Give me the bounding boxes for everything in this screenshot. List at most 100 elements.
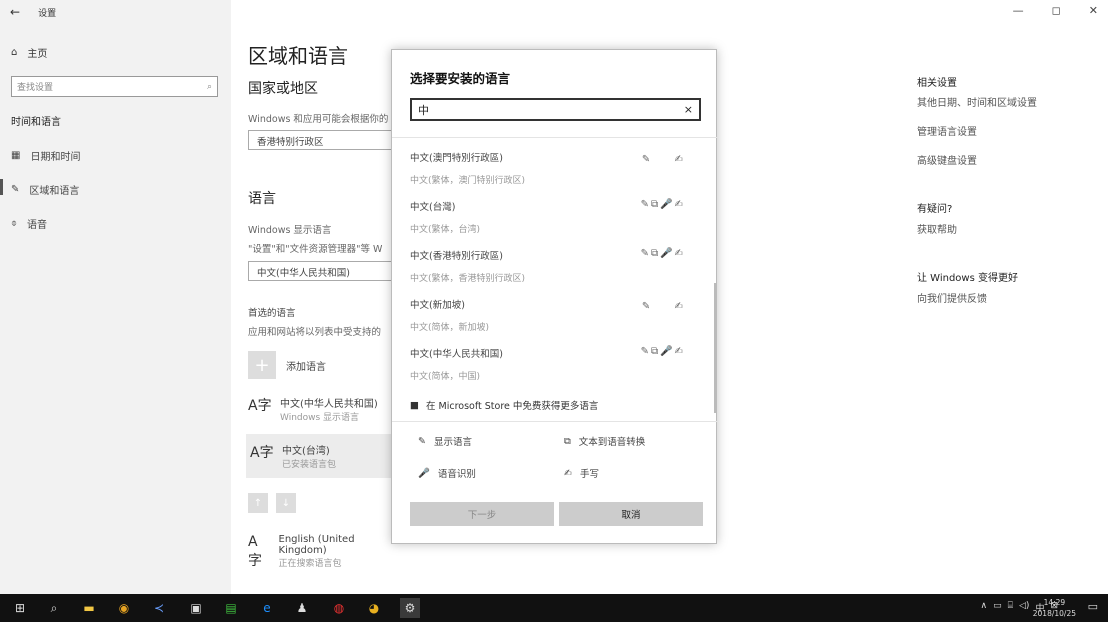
search-icon: ⌕: [206, 81, 212, 92]
store-link[interactable]: ■ 在 Microsoft Store 中免费获得更多语言: [410, 398, 599, 413]
feature-icons: ✎⧉🎤✍: [640, 248, 685, 259]
edge-icon[interactable]: e: [257, 598, 277, 618]
file-explorer-icon[interactable]: ▬: [79, 598, 99, 618]
start-windows-icon[interactable]: ⊞: [10, 598, 30, 618]
home-label: 主页: [27, 49, 48, 60]
clear-icon[interactable]: ×: [684, 103, 693, 116]
tray-chevron-icon[interactable]: ∧: [980, 601, 987, 614]
search-placeholder: 查找设置: [17, 83, 54, 93]
sidebar-item-region-language[interactable]: ✎ 区域和语言: [0, 179, 80, 197]
microphone-icon: 🎤: [418, 467, 430, 479]
language-glyph-icon: A字: [248, 534, 262, 569]
move-up-icon[interactable]: ↑: [248, 493, 268, 513]
store-link-label: 在 Microsoft Store 中免费获得更多语言: [425, 401, 599, 412]
browser-shield-icon[interactable]: ◉: [114, 598, 134, 618]
preferred-language-item-selected[interactable]: A字 中文(台湾) 已安装语言包: [246, 434, 396, 478]
taskbar-clock[interactable]: 14:29 2018/10/25: [1033, 597, 1076, 619]
legend-display-language: ✎ 显示语言: [418, 434, 472, 449]
feature-icons: ✎ ✍: [641, 301, 685, 312]
language-icon: ✎: [11, 184, 20, 195]
help-heading: 有疑问?: [917, 204, 953, 215]
add-language-button[interactable]: + 添加语言: [248, 351, 326, 379]
language-option[interactable]: 中文(澳門特別行政區) 中文(繁体，澳门特别行政区) ✎ ✍: [410, 150, 700, 186]
language-name: 中文(中华人民共和国): [280, 399, 378, 410]
language-status: 已安装语言包: [282, 460, 337, 470]
language-glyph-icon: A字: [250, 445, 274, 461]
legend-handwriting: ✍ 手写: [564, 466, 599, 481]
feedback-link[interactable]: 向我们提供反馈: [917, 290, 987, 305]
language-option[interactable]: 中文(新加坡) 中文(简体，新加坡) ✎ ✍: [410, 297, 700, 333]
terminal-icon[interactable]: ▤: [221, 598, 241, 618]
sidebar-item-speech[interactable]: ⌽ 语音: [11, 216, 47, 231]
calendar-icon: ▦: [11, 150, 21, 161]
search-icon[interactable]: ⌕: [44, 598, 64, 618]
dialog-title: 选择要安装的语言: [410, 71, 511, 86]
language-option[interactable]: 中文(中华人民共和国) 中文(简体，中国) ✎⧉🎤✍: [410, 346, 700, 382]
legend-label: 文本到语音转换: [578, 437, 646, 448]
page-title: 区域和语言: [248, 44, 348, 68]
store-icon[interactable]: ▣: [186, 598, 206, 618]
microphone-icon: ⌽: [11, 218, 17, 229]
related-link-datetime[interactable]: 其他日期、时间和区域设置: [917, 94, 1037, 109]
volume-icon[interactable]: ◁): [1019, 601, 1029, 614]
cancel-button[interactable]: 取消: [559, 502, 703, 526]
pen-icon: ✎: [418, 435, 426, 447]
language-option-sub: 中文(繁体，香港特别行政区): [410, 274, 526, 284]
related-link-keyboard[interactable]: 高级键盘设置: [917, 152, 977, 167]
chrome-icon[interactable]: ◕: [364, 598, 384, 618]
qq-penguin-icon[interactable]: ♟: [292, 598, 312, 618]
settings-search-input[interactable]: 查找设置 ⌕: [11, 76, 218, 97]
feature-icons: ✎⧉🎤✍: [640, 346, 685, 357]
language-search-input[interactable]: 中 ×: [410, 98, 701, 121]
netease-music-icon[interactable]: ◍: [329, 598, 349, 618]
minimize-icon[interactable]: —: [1013, 4, 1024, 17]
related-link-language[interactable]: 管理语言设置: [917, 123, 977, 138]
preferred-language-item[interactable]: A字 中文(中华人民共和国) Windows 显示语言: [248, 395, 398, 423]
language-option[interactable]: 中文(台灣) 中文(繁体，台湾) ✎⧉🎤✍: [410, 199, 700, 235]
legend-label: 手写: [579, 469, 599, 480]
store-bag-icon: ■: [410, 399, 419, 411]
related-settings-heading: 相关设置: [917, 78, 957, 89]
settings-gear-icon[interactable]: ⚙: [400, 598, 420, 618]
home-icon: ⌂: [11, 47, 18, 58]
close-icon[interactable]: ✕: [1089, 4, 1098, 17]
legend-label: 语音识别: [437, 469, 476, 480]
list-scrollbar[interactable]: [714, 283, 717, 413]
language-status: Windows 显示语言: [280, 413, 360, 423]
back-arrow-icon[interactable]: ←: [10, 5, 20, 19]
clock-time: 14:29: [1043, 598, 1066, 607]
sidebar-item-label: 日期和时间: [30, 152, 81, 163]
language-heading: 语言: [248, 191, 276, 207]
choose-language-dialog: 选择要安装的语言 中 × 中文(澳門特別行政區) 中文(繁体，澳门特别行政区) …: [391, 49, 718, 544]
taskbar: ⊞ ⌕ ▬ ◉ ≺ ▣ ▤ e ♟ ◍ ◕ ⚙ ∧ ▭ ⌸ ◁) 中 ⊠ 14:…: [0, 594, 1108, 622]
language-option[interactable]: 中文(香港特別行政區) 中文(繁体，香港特别行政区) ✎⧉🎤✍: [410, 248, 700, 284]
display-language-label: Windows 显示语言: [248, 225, 332, 236]
home-nav-item[interactable]: ⌂ 主页: [11, 45, 47, 60]
preferred-language-item[interactable]: A字 English (United Kingdom) 正在搜索语言包: [248, 534, 398, 570]
language-glyph-icon: A字: [248, 398, 272, 414]
legend-speech-recognition: 🎤 语音识别: [418, 466, 476, 481]
language-list[interactable]: 中文(澳門特別行政區) 中文(繁体，澳门特别行政区) ✎ ✍ 中文(台灣) 中文…: [392, 137, 718, 422]
title-bar: ← 设置: [0, 0, 56, 24]
region-description: Windows 和应用可能会根据你的: [248, 114, 389, 125]
settings-sidebar: ← 设置 ⌂ 主页 查找设置 ⌕ 时间和语言 ▦ 日期和时间 ✎ 区域和语言 ⌽…: [0, 0, 231, 594]
sidebar-item-label: 语音: [27, 220, 47, 231]
language-option-sub: 中文(简体，新加坡): [410, 323, 490, 333]
sidebar-item-label: 区域和语言: [29, 186, 80, 197]
maximize-icon[interactable]: ◻: [1052, 4, 1061, 17]
legend-label: 显示语言: [433, 437, 472, 448]
display-language-description: "设置"和"文件资源管理器"等 W: [248, 244, 383, 255]
notification-icon[interactable]: ▭: [1088, 600, 1098, 613]
move-down-icon[interactable]: ↓: [276, 493, 296, 513]
battery-icon[interactable]: ▭: [993, 601, 1002, 614]
feature-icons: ✎⧉🎤✍: [640, 199, 685, 210]
feature-icons: ✎ ✍: [641, 154, 685, 165]
network-icon[interactable]: ⌸: [1008, 601, 1013, 614]
next-button[interactable]: 下一步: [410, 502, 554, 526]
speech-screen-icon: ⧉: [564, 435, 571, 447]
vscode-icon[interactable]: ≺: [149, 598, 169, 618]
sidebar-item-date-time[interactable]: ▦ 日期和时间: [11, 148, 80, 163]
language-status: 正在搜索语言包: [278, 559, 342, 569]
get-help-link[interactable]: 获取帮助: [917, 221, 957, 236]
window-title: 设置: [38, 8, 57, 19]
